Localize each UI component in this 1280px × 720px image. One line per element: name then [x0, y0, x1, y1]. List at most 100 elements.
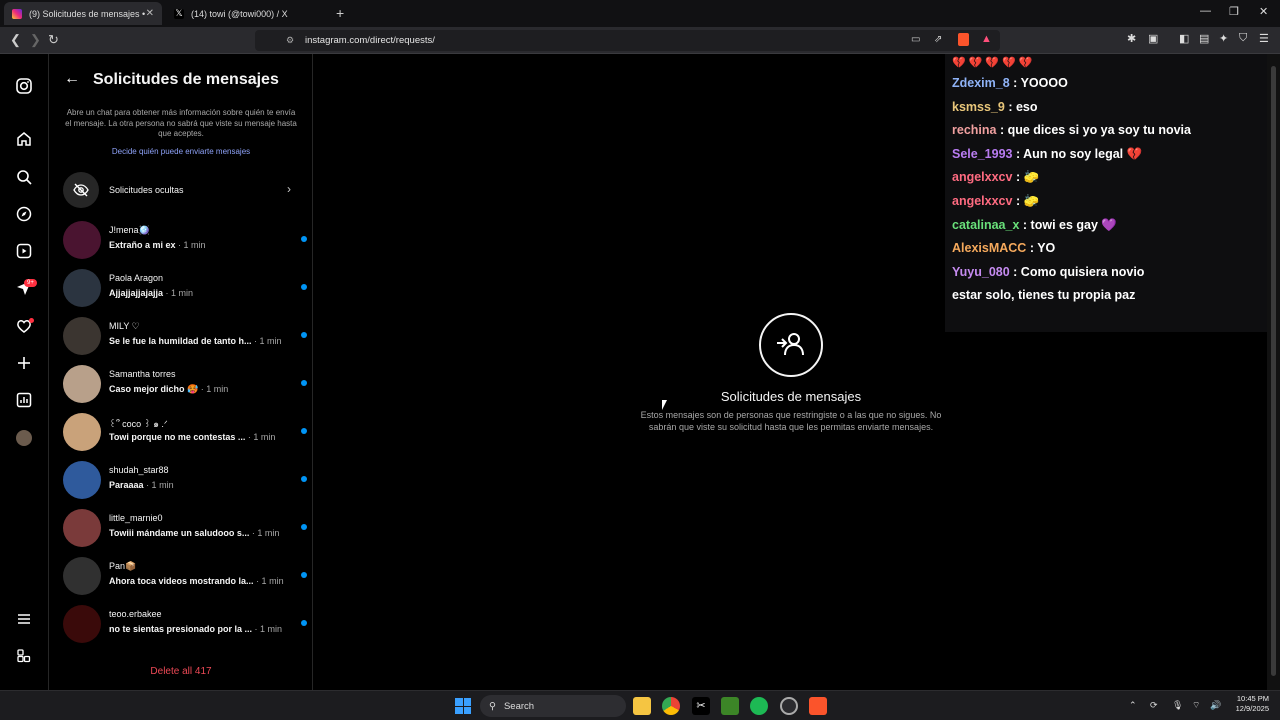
url-text: instagram.com/direct/requests/ — [305, 35, 435, 46]
new-tab-button[interactable]: + — [336, 5, 344, 21]
avatar — [63, 509, 101, 547]
menu-icon[interactable] — [14, 609, 34, 629]
sync-icon[interactable]: ⟳ — [1150, 700, 1158, 711]
tab-x[interactable]: 𝕏 (14) towi (@towi000) / X — [166, 2, 334, 25]
tab-instagram[interactable]: (9) Solicitudes de mensajes • Me ✕ — [4, 2, 162, 25]
forward-icon[interactable]: ❯ — [30, 32, 41, 48]
request-row[interactable]: ꒰՞ coco ꒱ ๑ .ᐟ Towi porque no me contesta… — [63, 411, 307, 455]
spotify-icon[interactable] — [750, 697, 768, 715]
create-icon[interactable] — [14, 353, 34, 373]
chat-message: ksmss_9 : eso — [952, 100, 1038, 114]
unread-dot — [301, 476, 307, 482]
microphone-icon[interactable]: 🎙 — [1172, 700, 1183, 711]
volume-icon[interactable]: 🔊 — [1210, 700, 1221, 711]
chat-message: rechina : que dices si yo ya soy tu novi… — [952, 123, 1191, 137]
chrome-icon[interactable] — [662, 697, 680, 715]
address-bar[interactable]: ⚙ instagram.com/direct/requests/ ▭ ⇗ ▲ — [255, 30, 1000, 51]
chat-username: Zdexim_8 — [952, 76, 1010, 90]
sidebar-icon[interactable]: ◧ — [1179, 32, 1189, 45]
clock[interactable]: 10:45 PM 12/9/2025 — [1225, 694, 1269, 714]
message-request-icon — [759, 313, 823, 377]
minecraft-icon[interactable] — [721, 697, 739, 715]
minimize-icon[interactable]: — — [1200, 5, 1211, 17]
request-row[interactable]: MILY ♡ Se le fue la humildad de tanto h..… — [63, 315, 307, 359]
chat-text: : 🧽 — [1015, 194, 1040, 208]
request-time: · 1 min — [254, 624, 283, 634]
request-name: J!mena🪩 — [109, 225, 150, 235]
scrollbar-thumb[interactable] — [1271, 66, 1276, 676]
windows-taskbar: ⚲ Search ✂ ⌃ ⟳ 🎙 ⌔ 🔊 10:45 PM 12/9/2025 — [0, 690, 1280, 720]
capcut-icon[interactable]: ✂ — [692, 697, 710, 715]
request-row[interactable]: Samantha torres Caso mejor dicho 🥵 · 1 mi… — [63, 363, 307, 407]
instagram-nav-rail: 9+ — [0, 54, 49, 690]
request-time: · 1 min — [254, 336, 282, 346]
taskbar-search[interactable]: ⚲ Search — [480, 695, 626, 717]
request-message: Extraño a mi ex · 1 min — [109, 240, 206, 250]
request-row[interactable]: Pan📦 Ahora toca videos mostrando la... · … — [63, 555, 307, 599]
request-name: Paola Aragon — [109, 273, 164, 283]
profile-avatar[interactable] — [14, 428, 34, 448]
share-icon[interactable]: ⇗ — [934, 34, 942, 45]
dashboard-icon[interactable] — [14, 390, 34, 410]
request-message: no te sientas presionado por la ... · 1 … — [109, 624, 282, 634]
request-message: Ahora toca videos mostrando la... · 1 mi… — [109, 576, 284, 586]
request-time: · 1 min — [165, 288, 194, 298]
instagram-logo-icon[interactable] — [14, 76, 34, 96]
chat-username: AlexisMACC — [952, 241, 1027, 256]
chat-username: rechina — [952, 123, 997, 138]
chat-message: angelxxcv : 🧽 — [952, 194, 1039, 209]
cast-icon[interactable]: ▭ — [911, 34, 920, 45]
search-icon[interactable] — [14, 167, 34, 187]
chat-username: Yuyu_080 — [952, 264, 1010, 279]
brave-shields-icon[interactable] — [958, 33, 969, 46]
request-message: Towiii mándame un saludooo s... · 1 min — [109, 528, 279, 538]
request-row[interactable]: little_marnie0 Towiii mándame un saludooo… — [63, 507, 307, 551]
close-window-icon[interactable]: ✕ — [1259, 5, 1268, 18]
unread-dot — [301, 332, 307, 338]
wifi-icon[interactable]: ⌔ — [1192, 700, 1200, 711]
chat-message: Sele_1993 : Aun no soy legal 💔 — [952, 147, 1142, 162]
chat-message: angelxxcv : 🧽 — [952, 170, 1039, 185]
reels-icon[interactable] — [14, 241, 34, 261]
maximize-icon[interactable]: ❐ — [1229, 5, 1239, 18]
back-icon[interactable]: ❮ — [10, 32, 21, 48]
start-icon[interactable] — [455, 698, 471, 714]
close-tab-icon[interactable]: ✕ — [146, 8, 154, 19]
brave-rewards-icon[interactable]: ▲ — [981, 33, 992, 45]
extensions-icon[interactable]: ✱ — [1127, 32, 1136, 45]
chat-text: : Aun no soy legal 💔 — [1015, 146, 1143, 161]
explore-icon[interactable] — [14, 204, 34, 224]
home-icon[interactable] — [14, 129, 34, 149]
brave-icon[interactable] — [809, 697, 827, 715]
request-row[interactable]: Paola Aragon Ajjajjajjajajja · 1 min — [63, 267, 307, 311]
hidden-eye-icon — [63, 172, 99, 208]
tray-overflow-icon[interactable]: ⌃ — [1129, 700, 1137, 711]
request-row[interactable]: teoo.erbakee no te sientas presionado por… — [63, 603, 307, 647]
request-message-text: Se le fue la humildad de tanto h... — [109, 336, 252, 346]
obs-icon[interactable] — [780, 697, 798, 715]
chat-text: : que dices si yo ya soy tu novia — [999, 123, 1191, 138]
chat-text: : YO — [1029, 241, 1056, 256]
menu-icon[interactable]: ☰ — [1259, 32, 1269, 45]
reload-icon[interactable]: ↻ — [48, 32, 59, 48]
chat-text: : eso — [1008, 99, 1038, 114]
file-explorer-icon[interactable] — [633, 697, 651, 715]
who-can-message-link[interactable]: Decide quién puede enviarte mensajes — [49, 147, 312, 156]
vpn-icon[interactable]: ⛉ — [1239, 32, 1247, 45]
chat-text: estar solo, tienes tu propia paz — [952, 288, 1136, 303]
tab-search-icon[interactable]: ▤ — [1199, 32, 1209, 45]
leo-ai-icon[interactable]: ✦ — [1219, 32, 1228, 45]
chat-username: catalinaa_x — [952, 217, 1020, 232]
hidden-requests-row[interactable]: Solicitudes ocultas › — [63, 172, 301, 208]
wallet-icon[interactable]: ▣ — [1148, 32, 1158, 45]
chat-username: angelxxcv — [952, 194, 1013, 208]
request-name: shudah_star88 — [109, 465, 169, 475]
site-info-icon[interactable]: ⚙ — [286, 35, 294, 46]
request-row[interactable]: J!mena🪩 Extraño a mi ex · 1 min — [63, 219, 307, 263]
scrollbar[interactable] — [1267, 54, 1280, 690]
request-row[interactable]: shudah_star88 Paraaaa · 1 min — [63, 459, 307, 503]
tab-title: (9) Solicitudes de mensajes • Me — [29, 8, 145, 19]
delete-all-button[interactable]: Delete all 417 — [49, 666, 312, 677]
apps-icon[interactable] — [14, 646, 34, 666]
back-arrow-icon[interactable]: ← — [64, 70, 80, 88]
